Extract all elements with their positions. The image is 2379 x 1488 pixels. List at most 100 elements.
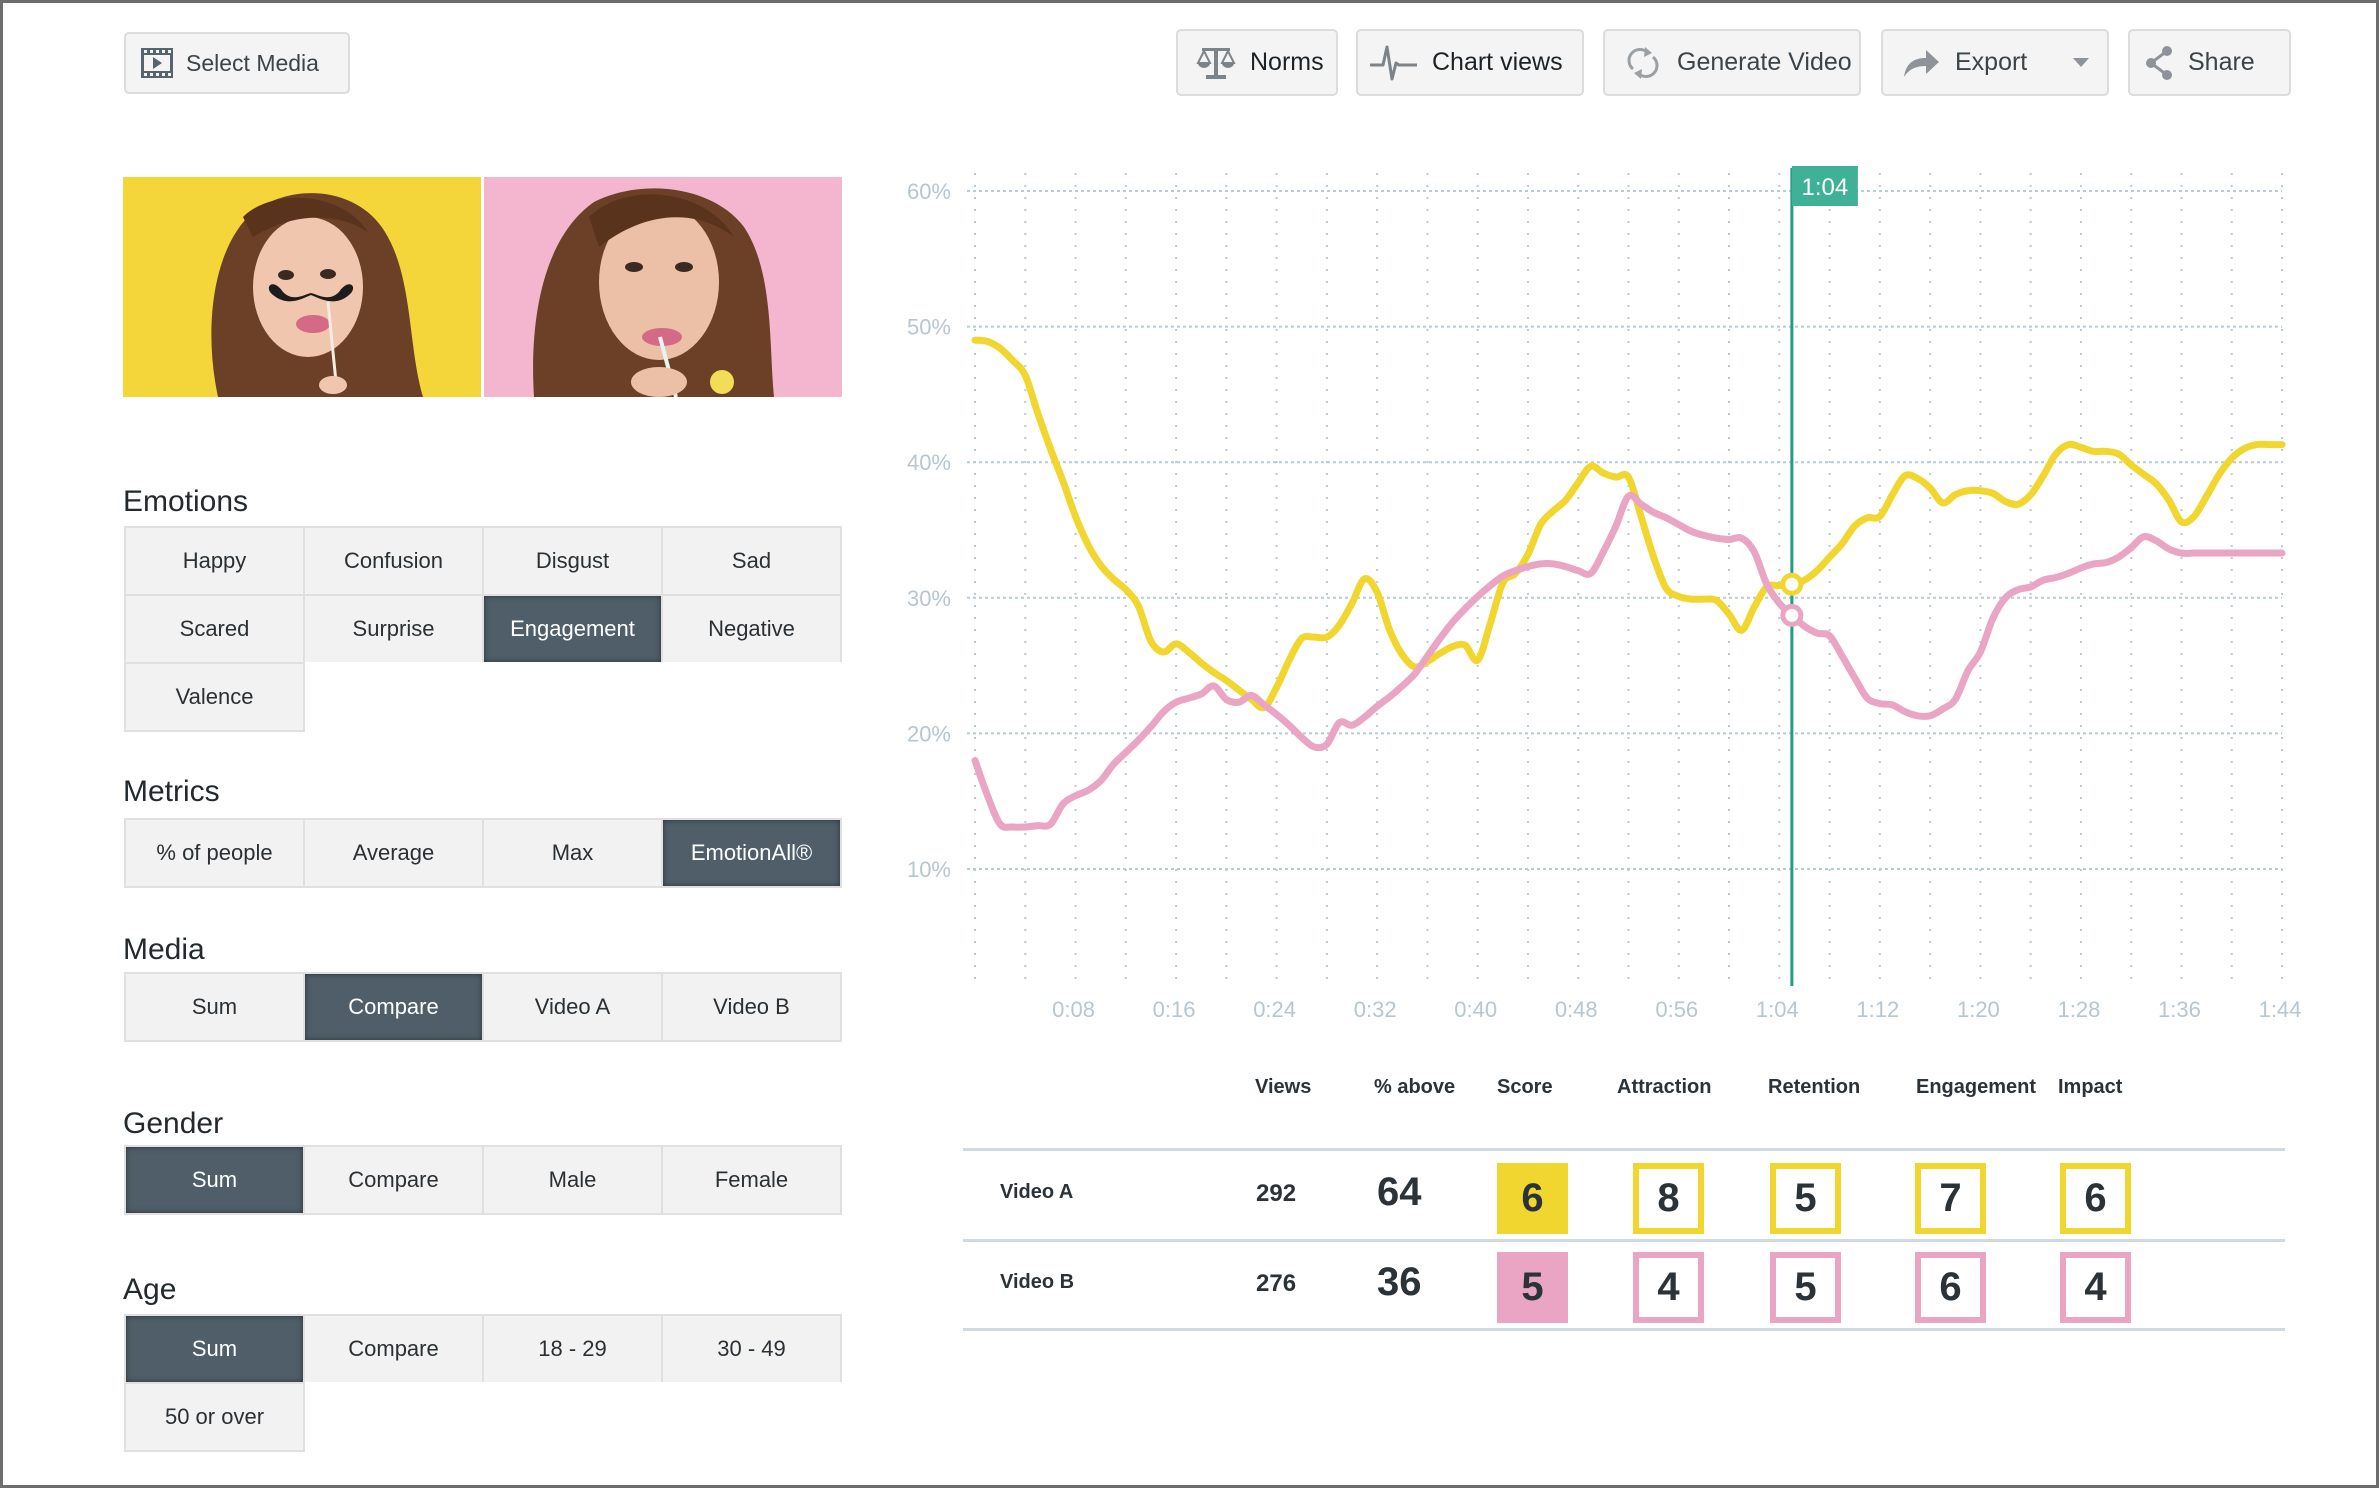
pulse-icon bbox=[1368, 43, 1420, 83]
norms-button[interactable]: Norms bbox=[1176, 29, 1338, 96]
gender-option-male[interactable]: Male bbox=[484, 1147, 661, 1213]
gender-heading: Gender bbox=[123, 1107, 224, 1140]
emotion-option-scared[interactable]: Scared bbox=[126, 596, 303, 662]
emotions-heading: Emotions bbox=[123, 485, 249, 518]
metric-option-average[interactable]: Average bbox=[305, 820, 482, 886]
export-label: Export bbox=[1955, 48, 2028, 76]
refresh-icon bbox=[1621, 43, 1665, 83]
x-tick-label: 1:44 bbox=[2259, 997, 2302, 1022]
emotion-option-sad[interactable]: Sad bbox=[663, 528, 840, 594]
video-a-thumbnail[interactable] bbox=[123, 177, 481, 397]
gender-option-female[interactable]: Female bbox=[663, 1147, 840, 1213]
row-label: Video A bbox=[1000, 1181, 1074, 1203]
emotion-option-surprise[interactable]: Surprise bbox=[305, 596, 482, 662]
views-value: 292 bbox=[1256, 1180, 1297, 1207]
col-header-retention: Retention bbox=[1768, 1076, 1861, 1098]
x-axis-labels: 0:08 0:16 0:24 0:32 0:40 0:48 0:56 1:04 1:12 1:20… bbox=[1052, 997, 2301, 1022]
x-tick-label: 1:20 bbox=[1957, 997, 2000, 1022]
gender-selector: Sum Compare Male Female bbox=[124, 1145, 842, 1215]
pct-above-value: 36 bbox=[1377, 1260, 1422, 1304]
age-heading: Age bbox=[123, 1273, 177, 1306]
pct-above-value: 64 bbox=[1377, 1170, 1422, 1214]
media-option-compare[interactable]: Compare bbox=[305, 974, 482, 1040]
scale-icon bbox=[1194, 43, 1238, 83]
attraction-badge: 4 bbox=[1633, 1252, 1704, 1323]
col-header-pct-above: % above bbox=[1374, 1076, 1456, 1098]
y-axis-labels: 10% 20% 30% 40% 50% 60% bbox=[907, 179, 951, 882]
impact-badge: 6 bbox=[2060, 1163, 2131, 1234]
emotions-selector: Happy Confusion Disgust Sad Scared Surpr… bbox=[124, 526, 842, 732]
metric-option-percent-of-people[interactable]: % of people bbox=[126, 820, 303, 886]
generate-video-label: Generate Video bbox=[1677, 48, 1852, 76]
views-value: 276 bbox=[1256, 1270, 1297, 1297]
table-divider bbox=[963, 1239, 2285, 1242]
engagement-badge: 7 bbox=[1915, 1163, 1986, 1234]
x-tick-label: 0:48 bbox=[1555, 997, 1598, 1022]
age-selector: Sum Compare 18 - 29 30 - 49 50 or over bbox=[124, 1314, 842, 1452]
select-media-label: Select Media bbox=[186, 49, 319, 76]
age-option-sum[interactable]: Sum bbox=[126, 1316, 303, 1382]
select-media-button[interactable]: Select Media bbox=[124, 32, 350, 94]
x-tick-label: 0:08 bbox=[1052, 997, 1095, 1022]
film-icon bbox=[140, 43, 174, 83]
y-tick-label: 60% bbox=[907, 179, 951, 204]
metric-option-emotionall[interactable]: EmotionAll® bbox=[663, 820, 840, 886]
share-button[interactable]: Share bbox=[2128, 29, 2291, 96]
attraction-badge: 8 bbox=[1633, 1163, 1704, 1234]
export-button[interactable]: Export bbox=[1881, 29, 2109, 96]
retention-badge: 5 bbox=[1770, 1252, 1841, 1323]
emotion-option-engagement[interactable]: Engagement bbox=[484, 596, 661, 662]
vertical-gridlines bbox=[974, 173, 2283, 986]
y-tick-label: 40% bbox=[907, 450, 951, 475]
emotion-option-negative[interactable]: Negative bbox=[663, 596, 840, 662]
share-label: Share bbox=[2188, 48, 2255, 76]
engagement-badge: 6 bbox=[1915, 1252, 1986, 1323]
retention-badge: 5 bbox=[1770, 1163, 1841, 1234]
x-tick-label: 1:04 bbox=[1756, 997, 1799, 1022]
gender-option-compare[interactable]: Compare bbox=[305, 1147, 482, 1213]
cursor-label-bg[interactable] bbox=[1791, 166, 1858, 206]
col-header-score: Score bbox=[1497, 1076, 1553, 1098]
y-tick-label: 10% bbox=[907, 857, 951, 882]
age-option-50-or-over[interactable]: 50 or over bbox=[126, 1384, 303, 1450]
video-b-thumbnail[interactable] bbox=[484, 177, 842, 397]
series-line-video-b bbox=[971, 491, 2286, 831]
series-line-video-a bbox=[971, 336, 2286, 712]
x-tick-label: 0:24 bbox=[1253, 997, 1296, 1022]
x-tick-label: 0:56 bbox=[1655, 997, 1698, 1022]
metric-option-max[interactable]: Max bbox=[484, 820, 661, 886]
share-arrow-icon bbox=[1899, 43, 1943, 83]
norms-label: Norms bbox=[1250, 48, 1324, 76]
media-option-video-b[interactable]: Video B bbox=[663, 974, 840, 1040]
age-option-compare[interactable]: Compare bbox=[305, 1316, 482, 1382]
metrics-heading: Metrics bbox=[123, 775, 220, 808]
emotion-option-confusion[interactable]: Confusion bbox=[305, 528, 482, 594]
metrics-selector: % of people Average Max EmotionAll® bbox=[124, 818, 842, 888]
age-option-30-49[interactable]: 30 - 49 bbox=[663, 1316, 840, 1382]
table-divider bbox=[963, 1328, 2285, 1331]
generate-video-button[interactable]: Generate Video bbox=[1603, 29, 1861, 96]
gender-option-sum[interactable]: Sum bbox=[126, 1147, 303, 1213]
time-cursor: 1:04 bbox=[1780, 166, 1858, 986]
horizontal-gridlines bbox=[967, 190, 2282, 870]
chevron-down-icon[interactable] bbox=[2073, 58, 2089, 67]
share-icon bbox=[2142, 43, 2176, 83]
age-option-18-29[interactable]: 18 - 29 bbox=[484, 1316, 661, 1382]
y-tick-label: 20% bbox=[907, 721, 951, 746]
score-badge: 6 bbox=[1497, 1163, 1568, 1234]
y-tick-label: 30% bbox=[907, 586, 951, 611]
col-header-views: Views bbox=[1255, 1076, 1312, 1098]
emotion-option-valence[interactable]: Valence bbox=[126, 664, 303, 730]
row-label: Video B bbox=[1000, 1271, 1075, 1293]
col-header-engagement: Engagement bbox=[1916, 1076, 2037, 1098]
emotion-option-happy[interactable]: Happy bbox=[126, 528, 303, 594]
chart-views-label: Chart views bbox=[1432, 48, 1563, 76]
media-heading: Media bbox=[123, 933, 205, 966]
media-option-sum[interactable]: Sum bbox=[126, 974, 303, 1040]
col-header-impact: Impact bbox=[2058, 1076, 2123, 1098]
emotion-option-disgust[interactable]: Disgust bbox=[484, 528, 661, 594]
media-option-video-a[interactable]: Video A bbox=[484, 974, 661, 1040]
chart-views-button[interactable]: Chart views bbox=[1356, 29, 1584, 96]
x-tick-label: 0:32 bbox=[1354, 997, 1397, 1022]
media-selector: Sum Compare Video A Video B bbox=[124, 972, 842, 1042]
